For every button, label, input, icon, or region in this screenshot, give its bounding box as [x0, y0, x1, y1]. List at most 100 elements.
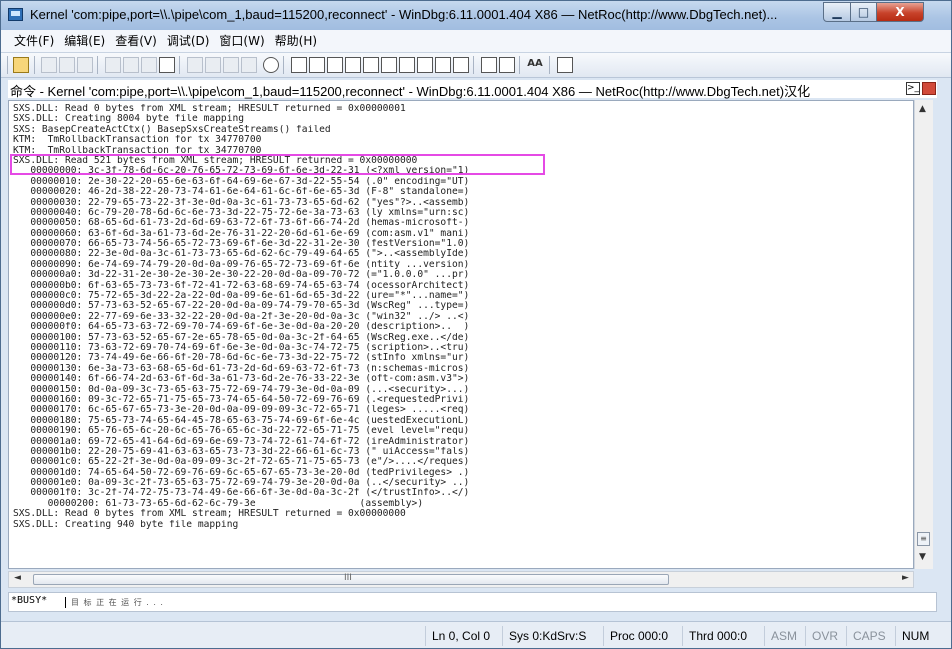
status-proc: Proc 000:0: [603, 626, 682, 646]
output-line: 000001a0: 69-72-65-41-64-6d-69-6e-69-73-…: [13, 436, 470, 447]
close-pane-icon[interactable]: [922, 82, 936, 95]
locals-window-icon[interactable]: [327, 57, 343, 73]
toolbar-separator: [97, 56, 98, 74]
toolbar-separator: [473, 56, 474, 74]
output-line: 000000a0: 3d-22-31-2e-30-2e-30-2e-30-22-…: [13, 270, 470, 281]
output-line: 00000080: 22-3e-0d-0a-3c-61-73-73-65-6d-…: [13, 249, 470, 260]
status-position: Ln 0, Col 0: [425, 626, 502, 646]
memory-window-icon[interactable]: [363, 57, 379, 73]
registers-window-icon[interactable]: [345, 57, 361, 73]
font-button[interactable]: AA: [525, 57, 545, 73]
status-thrd: Thrd 000:0: [682, 626, 764, 646]
go-icon[interactable]: [105, 57, 121, 73]
scroll-right-icon[interactable]: ►: [902, 573, 909, 583]
output-line: SXS.DLL: Creating 8004 byte file mapping: [13, 114, 245, 125]
output-line: 00000100: 57-73-63-52-65-67-2e-65-78-65-…: [13, 332, 470, 343]
windbg-app-icon[interactable]: [8, 8, 23, 21]
toolbar-separator: [519, 56, 520, 74]
title-bar[interactable]: Kernel 'com:pipe,port=\\.\pipe\com_1,bau…: [1, 1, 951, 30]
open-icon[interactable]: [13, 57, 29, 73]
output-line: 000001b0: 22-20-75-69-41-63-63-65-73-73-…: [13, 446, 470, 457]
output-line: 00000150: 0d-0a-09-3c-73-65-63-75-72-69-…: [13, 384, 470, 395]
scroll-up-icon[interactable]: ▲: [919, 104, 926, 114]
output-line: 00000160: 09-3c-72-65-71-75-65-73-74-65-…: [13, 394, 470, 405]
output-line: SXS.DLL: Creating 940 byte file mapping: [13, 519, 239, 530]
output-line: 00000170: 6c-65-67-65-73-3e-20-0d-0a-09-…: [13, 405, 470, 416]
command-window-icon[interactable]: [291, 57, 307, 73]
source-mode-toggle-icon[interactable]: [481, 57, 497, 73]
scroll-thumb[interactable]: ≡: [917, 532, 930, 546]
command-window-titlebar[interactable]: 命令 - Kernel 'com:pipe,port=\\.\pipe\com_…: [8, 80, 937, 99]
watch-window-icon[interactable]: [309, 57, 325, 73]
dock-icon[interactable]: >_: [906, 82, 920, 95]
hand-breakpoint-icon[interactable]: [263, 57, 279, 73]
output-line: 00000110: 73-63-72-69-70-74-69-6f-6e-3e-…: [13, 342, 470, 353]
output-line: 00000070: 66-65-73-74-56-65-72-73-69-6f-…: [13, 239, 470, 250]
output-line: SXS.DLL: Read 0 bytes from XML stream; H…: [13, 509, 406, 520]
copy-icon[interactable]: [59, 57, 75, 73]
menu-view[interactable]: 查看(V): [110, 30, 162, 52]
toolbar: AA: [1, 53, 951, 78]
options-icon[interactable]: [557, 57, 573, 73]
output-line: 00000060: 63-6f-6d-3a-61-73-6d-2e-76-31-…: [13, 228, 470, 239]
source-mode-icon[interactable]: [453, 57, 469, 73]
maximize-button[interactable]: □: [850, 2, 877, 22]
output-line: 00000040: 6c-79-20-78-6d-6c-6e-73-3d-22-…: [13, 207, 470, 218]
command-window-title: 命令 - Kernel 'com:pipe,port=\\.\pipe\com_…: [10, 84, 811, 99]
vertical-scrollbar[interactable]: ▲ ≡ ▼: [914, 100, 933, 569]
status-bar: Ln 0, Col 0 Sys 0:KdSrv:S Proc 000:0 Thr…: [1, 621, 951, 648]
restart-icon[interactable]: [123, 57, 139, 73]
scroll-left-icon[interactable]: ◄: [14, 573, 21, 583]
menu-debug[interactable]: 调试(D): [162, 30, 215, 52]
output-line: 00000050: 68-65-6d-61-73-2d-6d-69-63-72-…: [13, 218, 470, 229]
horizontal-scrollbar[interactable]: ◄ III ►: [8, 571, 914, 588]
toolbar-separator: [283, 56, 284, 74]
window-title: Kernel 'com:pipe,port=\\.\pipe\com_1,bau…: [30, 7, 778, 22]
output-line: 00000140: 6f-66-74-2d-63-6f-6d-3a-61-73-…: [13, 374, 470, 385]
command-output[interactable]: SXS.DLL: Read 0 bytes from XML stream; H…: [8, 100, 914, 569]
output-line: 000000c0: 75-72-65-3d-22-2a-22-0d-0a-09-…: [13, 291, 470, 302]
step-over-icon[interactable]: [205, 57, 221, 73]
output-line: 00000020: 46-2d-38-22-20-73-74-61-6e-64-…: [13, 187, 470, 198]
hex-display-icon[interactable]: [499, 57, 515, 73]
output-line: 00000200: 61-73-73-65-6d-62-6c-79-3e (as…: [13, 498, 424, 509]
run-to-cursor-icon[interactable]: [241, 57, 257, 73]
windbg-window: Kernel 'com:pipe,port=\\.\pipe\com_1,bau…: [0, 0, 952, 649]
step-out-icon[interactable]: [223, 57, 239, 73]
close-button[interactable]: X: [876, 2, 924, 22]
menu-window[interactable]: 窗口(W): [214, 30, 269, 52]
status-ovr: OVR: [805, 626, 846, 646]
busy-indicator: *BUSY*: [11, 595, 48, 606]
output-line: 000000d0: 57-73-63-52-65-67-22-20-0d-0a-…: [13, 301, 470, 312]
disassembly-icon[interactable]: [399, 57, 415, 73]
output-line: 00000120: 73-74-49-6e-66-6f-20-78-6d-6c-…: [13, 353, 470, 364]
highlight-box: [10, 154, 545, 175]
call-stack-icon[interactable]: [381, 57, 397, 73]
output-line: 00000090: 6e-74-69-74-79-20-0d-0a-09-76-…: [13, 259, 470, 270]
scratch-pad-icon[interactable]: [417, 57, 433, 73]
cut-icon[interactable]: [41, 57, 57, 73]
command-input[interactable]: 目 标 正 在 运 行 . . .: [71, 597, 164, 608]
output-line: SXS.DLL: Read 0 bytes from XML stream; H…: [13, 104, 406, 114]
menu-file[interactable]: 文件(F): [9, 30, 59, 52]
menu-edit[interactable]: 编辑(E): [59, 30, 110, 52]
output-line: 00000180: 75-65-73-74-65-64-45-78-65-63-…: [13, 415, 470, 426]
toolbar-grip: [7, 56, 8, 74]
toolbar-separator: [179, 56, 180, 74]
output-line: 00000010: 2e-30-22-20-65-6e-63-6f-64-69-…: [13, 176, 470, 187]
output-line: 00000130: 6e-3a-73-63-68-65-6d-61-73-2d-…: [13, 363, 470, 374]
paste-icon[interactable]: [77, 57, 93, 73]
processes-threads-icon[interactable]: [435, 57, 451, 73]
status-num: NUM: [895, 626, 947, 646]
minimize-button[interactable]: ▁: [823, 2, 851, 22]
break-icon[interactable]: [159, 57, 175, 73]
horizontal-scroll-thumb[interactable]: III: [33, 573, 669, 585]
scroll-down-icon[interactable]: ▼: [919, 552, 926, 562]
output-line: SXS: BasepCreateActCtx() BasepSxsCreateS…: [13, 124, 331, 135]
step-into-icon[interactable]: [187, 57, 203, 73]
output-line: 000001e0: 0a-09-3c-2f-73-65-63-75-72-69-…: [13, 478, 470, 489]
menu-help[interactable]: 帮助(H): [270, 30, 322, 52]
output-line: 000000f0: 64-65-73-63-72-69-70-74-69-6f-…: [13, 322, 470, 333]
stop-debugging-icon[interactable]: [141, 57, 157, 73]
output-line: 000001f0: 3c-2f-74-72-75-73-74-49-6e-66-…: [13, 488, 470, 499]
